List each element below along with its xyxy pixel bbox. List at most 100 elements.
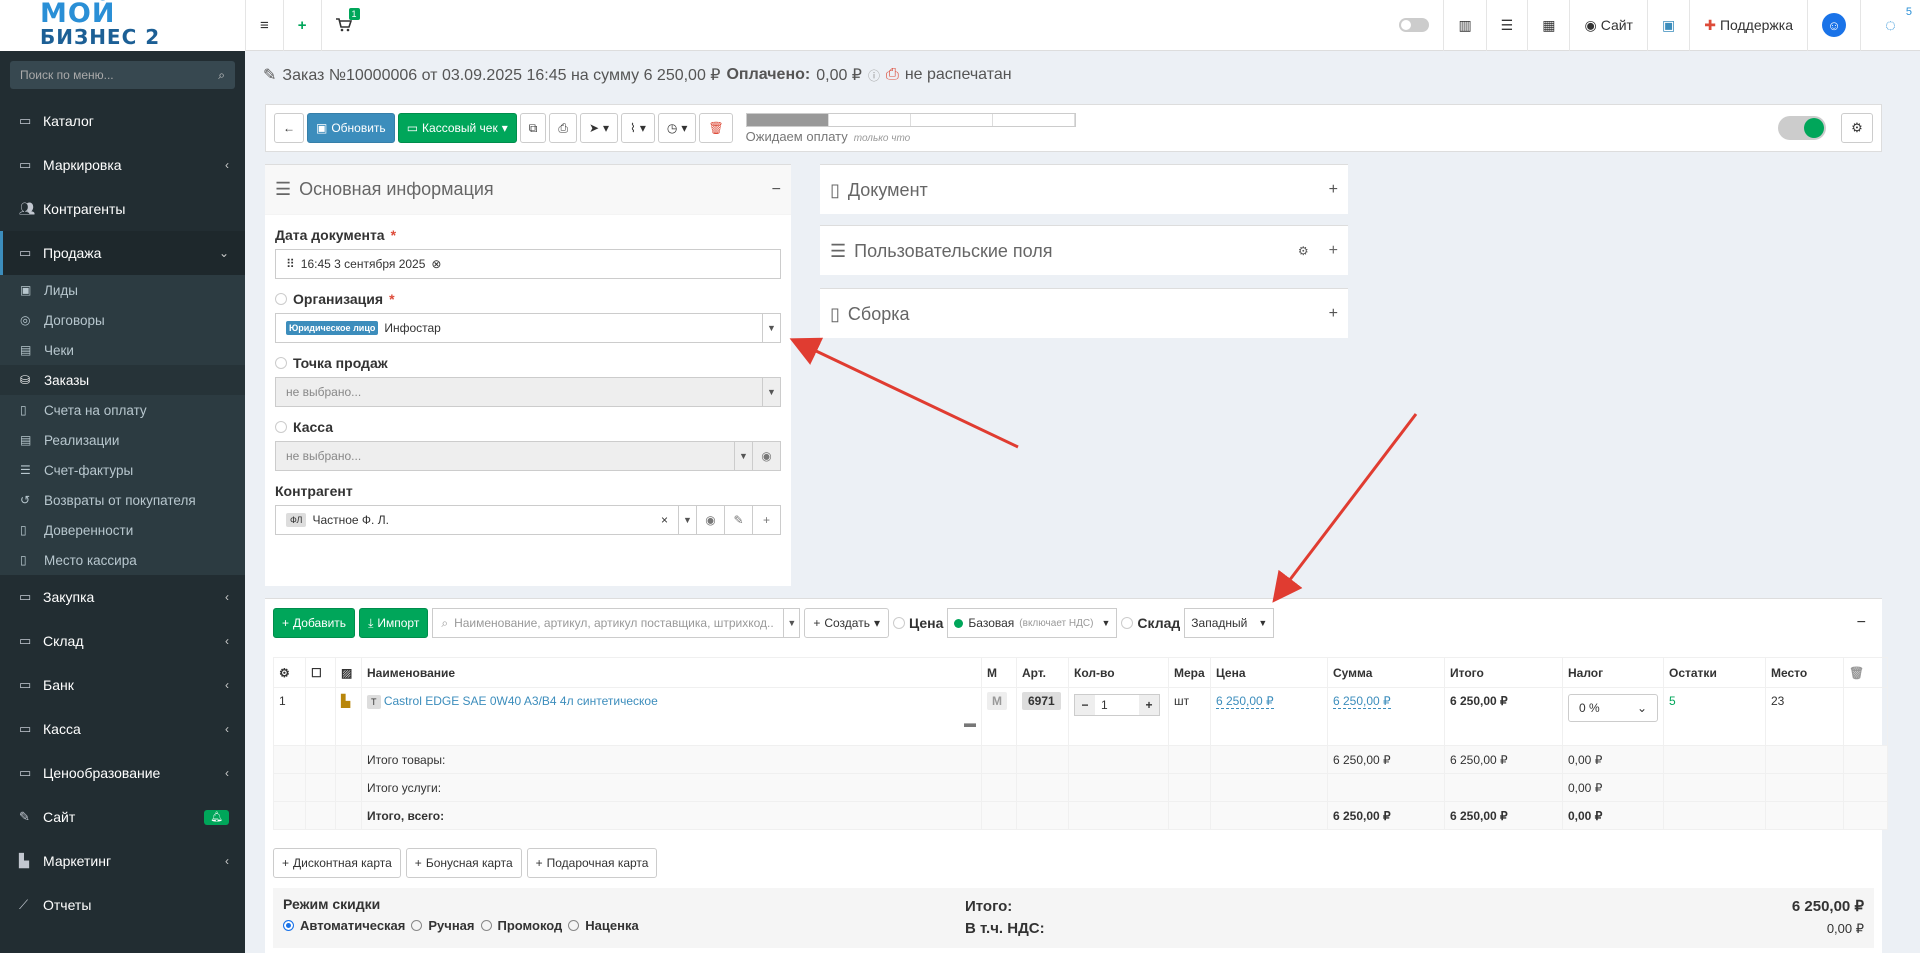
send-button[interactable]: ➤ ▾ [579, 113, 619, 143]
add-product-button[interactable]: + Добавить [273, 608, 356, 638]
expand-icon[interactable]: + [1329, 181, 1338, 199]
expand-icon[interactable]: + [1329, 242, 1338, 260]
copy-button[interactable]: ⧉ [519, 113, 547, 143]
sidebar-subitem-cashier-place[interactable]: ▯ Место кассира [0, 545, 245, 575]
support-button[interactable]: ✚ Поддержка [1689, 0, 1807, 51]
cart-button[interactable]: 1 [320, 0, 366, 51]
sidebar-subitem-invoice-factures[interactable]: ☰ Счет-фактуры [0, 455, 245, 485]
date-field[interactable]: ⠿ 16:45 3 сентября 2025 ⊗ [275, 249, 781, 279]
bonus-card-button[interactable]: + Бонусная карта [405, 848, 522, 878]
barcode-button[interactable]: ▥ [1443, 0, 1485, 51]
sidebar-item-catalog[interactable]: ▭ Каталог [0, 99, 245, 143]
gears-icon[interactable]: ⚙ [1298, 244, 1309, 258]
menu-toggle-button[interactable]: ≡ [245, 0, 283, 51]
custom-fields-header[interactable]: ☰ Пользовательские поля ⚙ + [820, 226, 1348, 276]
eye-icon[interactable]: ◉ [752, 442, 780, 470]
plus-icon[interactable]: + [1139, 695, 1159, 715]
site-button[interactable]: ◉ Сайт [1569, 0, 1647, 51]
sidebar-item-purchase[interactable]: ▭ Закупка ‹ [0, 575, 245, 619]
sidebar-item-bank[interactable]: ▭ Банк ‹ [0, 663, 245, 707]
app-button[interactable]: ▣ [1646, 0, 1689, 51]
quantity-value[interactable]: 1 [1095, 695, 1139, 715]
delete-button[interactable]: 🗑︎ [699, 113, 733, 143]
product-name-link[interactable]: Castrol EDGE SAE 0W40 A3/B4 4л синтетиче… [384, 694, 658, 708]
quick-add-button[interactable]: + [282, 0, 321, 51]
product-search-input[interactable]: ⌕ Наименование, артикул, артикул поставщи… [432, 608, 801, 638]
row-image-cell[interactable]: ▙ [335, 687, 362, 746]
refresh-button[interactable]: ▣ Обновить [307, 113, 395, 143]
radio-markup-label[interactable]: Наценка [585, 918, 638, 933]
receipt-button[interactable]: ▭ Кассовый чек ▾ [397, 113, 517, 143]
sidebar-item-marketing[interactable]: ▙ Маркетинг ‹ [0, 839, 245, 883]
tax-select[interactable]: 0 % ⌄ [1568, 694, 1658, 722]
sum-editable[interactable]: 6 250,00 ₽ [1333, 694, 1391, 709]
question-icon[interactable]: ⓘ [868, 67, 880, 84]
logo[interactable]: МОЙ БИЗНЕС 2 [0, 0, 245, 51]
attach-button[interactable]: ⌇ ▾ [621, 113, 655, 143]
sidebar-subitem-orders[interactable]: ⛁ Заказы [0, 365, 245, 395]
quantity-stepper[interactable]: −1 + [1074, 694, 1160, 716]
contractor-select[interactable]: ФЛ Частное Ф. Л. × ▼ ◉ ✎ + [275, 505, 781, 535]
plus-icon[interactable]: + [752, 506, 780, 534]
cashbox-select[interactable]: не выбрано... ▼ ◉ [275, 441, 781, 471]
minus-icon[interactable]: − [1075, 695, 1095, 715]
radio-manual[interactable] [411, 920, 423, 931]
create-button[interactable]: + Создать ▾ [804, 608, 889, 638]
sidebar-subitem-invoices[interactable]: ▯ Счета на оплату [0, 395, 245, 425]
sidebar-item-site[interactable]: ✎ Сайт 🔔︎ [0, 795, 245, 839]
assembly-header[interactable]: ▯ Сборка + [820, 289, 1348, 339]
sidebar-subitem-powers[interactable]: ▯ Доверенности [0, 515, 245, 545]
print-button[interactable]: ⎙ [549, 113, 577, 143]
printer-icon[interactable]: ⎙ [886, 66, 899, 84]
sidebar-item-warehouse[interactable]: ▭ Склад ‹ [0, 619, 245, 663]
select-all-column[interactable]: ☐ [305, 657, 336, 688]
radio-manual-label[interactable]: Ручная [428, 918, 474, 933]
close-icon[interactable]: × [661, 513, 668, 527]
sidebar-subitem-returns[interactable]: ↺ Возвраты от покупателя [0, 485, 245, 515]
sidebar-item-cashbox[interactable]: ▭ Касса ‹ [0, 707, 245, 751]
point-of-sale-select[interactable]: не выбрано... ▼ [275, 377, 781, 407]
sidebar-item-pricing[interactable]: ▭ Ценообразование ‹ [0, 751, 245, 795]
row-menu-icon[interactable]: ▬ [367, 716, 976, 730]
expand-icon[interactable]: + [1329, 305, 1338, 323]
settings-button[interactable]: ⚙ [1841, 113, 1873, 143]
radio-auto[interactable] [283, 920, 294, 931]
sidebar-subitem-receipts[interactable]: ▤ Чеки [0, 335, 245, 365]
import-button[interactable]: ⤓ Импорт [359, 608, 429, 638]
sidebar-item-marking[interactable]: ▭ Маркировка ‹ [0, 143, 245, 187]
posted-toggle[interactable] [1778, 116, 1826, 140]
row-delete-cell[interactable] [1843, 687, 1888, 746]
menu-search-input[interactable]: Поиск по меню... ⌕ [10, 61, 235, 89]
servers-button[interactable]: ☰ [1485, 0, 1528, 51]
settings-column[interactable]: ⚙ [273, 657, 306, 688]
sidebar-item-sales[interactable]: ▭ Продажа ⌄ [0, 231, 245, 275]
edit-icon[interactable]: ✎ [724, 506, 752, 534]
stock-value[interactable]: 5 [1669, 694, 1676, 708]
theme-toggle[interactable] [1385, 0, 1443, 51]
price-editable[interactable]: 6 250,00 ₽ [1216, 694, 1274, 709]
delete-column[interactable]: 🗑︎ [1843, 657, 1888, 688]
clear-circle-icon[interactable]: ⊗ [431, 257, 441, 271]
row-select-cell[interactable] [305, 687, 336, 746]
collapse-button[interactable]: − [1857, 614, 1866, 632]
gift-card-button[interactable]: + Подарочная карта [526, 848, 658, 878]
radio-auto-label[interactable]: Автоматическая [300, 918, 405, 933]
organization-select[interactable]: Юридическое лицо Инфостар ▼ [275, 313, 781, 343]
profile-button[interactable]: ☺ [1807, 0, 1860, 51]
sidebar-subitem-contracts[interactable]: ◎ Договоры [0, 305, 245, 335]
calendar-button[interactable]: ▦ [1527, 0, 1569, 51]
price-type-select[interactable]: Базовая (включает НДС) ▼ [947, 608, 1118, 638]
sidebar-subitem-leads[interactable]: ▣ Лиды [0, 275, 245, 305]
radio-promo-label[interactable]: Промокод [498, 918, 563, 933]
collapse-button[interactable]: − [772, 181, 781, 199]
sidebar-item-reports[interactable]: ⟋ Отчеты [0, 883, 245, 927]
radio-markup[interactable] [568, 920, 580, 931]
notifications-button[interactable]: ◌ 5 [1860, 0, 1920, 51]
discount-card-button[interactable]: + Дисконтная карта [273, 848, 401, 878]
radio-promo[interactable] [480, 920, 492, 931]
status-progress[interactable]: Ожидаем оплату только что [745, 112, 1076, 144]
eye-icon[interactable]: ◉ [696, 506, 724, 534]
warehouse-select[interactable]: Западный ▼ [1184, 608, 1275, 638]
sidebar-subitem-realizations[interactable]: ▤ Реализации [0, 425, 245, 455]
sidebar-item-contractors[interactable]: 👥︎ Контрагенты [0, 187, 245, 231]
